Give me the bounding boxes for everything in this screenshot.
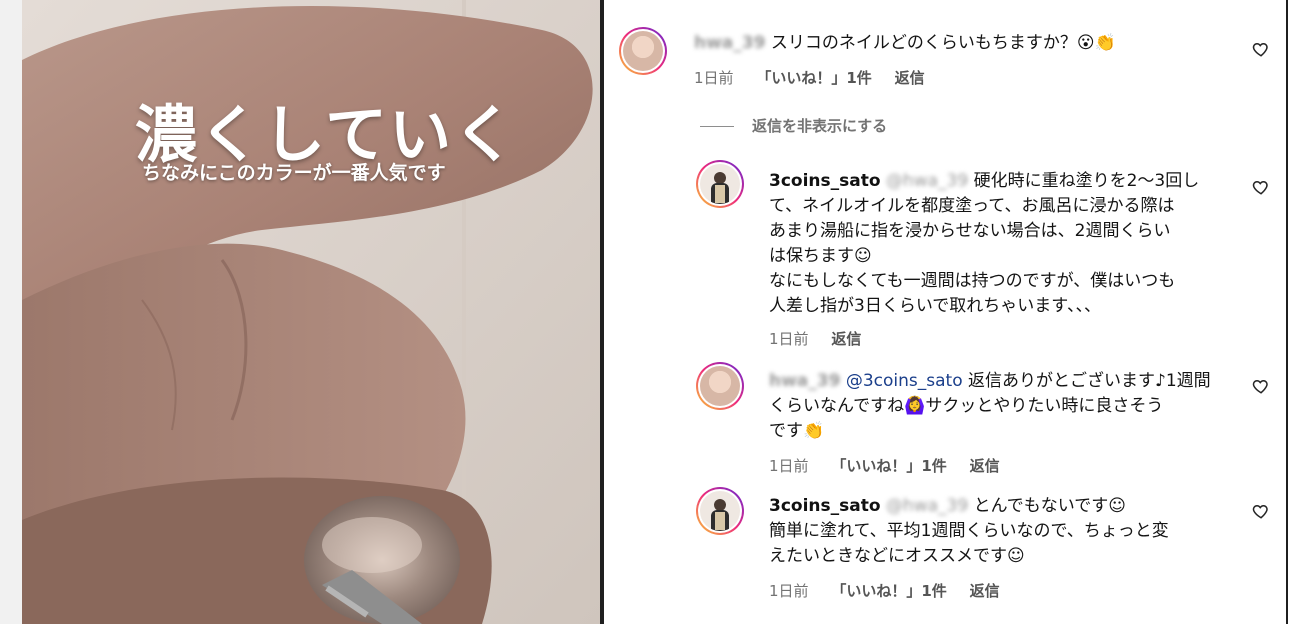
avatar-3coins-sato-2[interactable] [696, 487, 744, 535]
video-overlay-subtitle: ちなみにこのカラーが一番人気です [142, 162, 446, 184]
comment-2-line-6: 人差し指が3日くらいで取れちゃいます、、、 [769, 296, 1101, 316]
comment-4-time: 1日前 [769, 582, 809, 600]
comment-3-line-3: です👏 [769, 421, 825, 441]
comment-2-time: 1日前 [769, 330, 809, 348]
comment-4-username[interactable]: 3coins_sato [769, 496, 881, 516]
comment-3-line-2: くらいなんですね🙆‍♀️サクッとやりたい時に良さそう [769, 396, 1164, 416]
comment-2-mention[interactable]: @hwa_39 [886, 171, 968, 191]
comment-1-meta: 1日前 「いいね！」1件 返信 [694, 67, 943, 88]
comment-4-reply-button[interactable]: 返信 [970, 582, 1000, 600]
comment-1-likes[interactable]: 「いいね！」1件 [756, 69, 871, 87]
comment-4-meta: 1日前 「いいね！」1件 返信 [769, 580, 1018, 601]
hide-replies-toggle[interactable]: 返信を非表示にする [700, 115, 887, 136]
comment-2-line-1: 硬化時に重ね塗りを2〜3回し [973, 171, 1200, 191]
comment-2-line-3: あまり湯船に指を浸からせない場合は、2週間くらい [769, 221, 1171, 241]
comment-3-meta: 1日前 「いいね！」1件 返信 [769, 455, 1018, 476]
comment-3-username[interactable]: hwa_39 [769, 371, 840, 391]
comment-3-time: 1日前 [769, 457, 809, 475]
heart-icon[interactable] [1252, 377, 1270, 395]
comment-3-body: hwa_39 @3coins_sato 返信ありがとございます♪1週間 くらいな… [769, 369, 1239, 444]
comment-1-time: 1日前 [694, 69, 734, 87]
comment-4-mention[interactable]: @hwa_39 [886, 496, 968, 516]
screenshot: 濃くしていく ちなみにこのカラーが一番人気です hwa_39 スリコのネイルどの… [0, 0, 1300, 624]
comment-4-likes[interactable]: 「いいね！」1件 [831, 582, 946, 600]
comment-2-line-4: は保ちます☺ [769, 246, 872, 266]
comment-3-line-1: 返信ありがとございます♪1週間 [968, 371, 1211, 391]
comment-1-emojis: 😮👏 [1076, 33, 1116, 53]
comment-1-body: hwa_39 スリコのネイルどのくらいもちますか？😮👏 [694, 31, 1116, 56]
hide-replies-label: 返信を非表示にする [752, 117, 888, 135]
avatar-hwa39-2[interactable] [696, 362, 744, 410]
heart-icon[interactable] [1252, 178, 1270, 196]
left-margin [0, 0, 22, 624]
comment-1-text: スリコのネイルどのくらいもちますか？ [770, 33, 1077, 53]
comment-4-line-1: とんでもないです☺ [973, 496, 1126, 516]
comment-2-line-2: て、ネイルオイルを都度塗って、お風呂に浸かる際は [769, 196, 1175, 216]
avatar-3coins-sato-1[interactable] [696, 160, 744, 208]
comment-1-username[interactable]: hwa_39 [694, 33, 765, 53]
comment-2-body: 3coins_sato @hwa_39 硬化時に重ね塗りを2〜3回し て、ネイル… [769, 169, 1239, 319]
comment-3-likes[interactable]: 「いいね！」1件 [831, 457, 946, 475]
comment-2-meta: 1日前 返信 [769, 328, 879, 349]
comment-3-mention[interactable]: @3coins_sato [846, 371, 963, 391]
comment-2-username[interactable]: 3coins_sato [769, 171, 881, 191]
avatar-hwa39-1[interactable] [619, 27, 667, 75]
video-frame[interactable]: 濃くしていく ちなみにこのカラーが一番人気です [22, 0, 600, 624]
comment-1-reply-button[interactable]: 返信 [895, 69, 925, 87]
heart-icon[interactable] [1252, 502, 1270, 520]
comments-panel: hwa_39 スリコのネイルどのくらいもちますか？😮👏 1日前 「いいね！」1件… [604, 0, 1286, 624]
comment-2-line-5: なにもしなくても一週間は持つのですが、僕はいつも [769, 271, 1176, 291]
hide-replies-line [700, 126, 734, 127]
comment-2-reply-button[interactable]: 返信 [831, 330, 861, 348]
comment-4-line-2: 簡単に塗れて、平均1週間くらいなので、ちょっと変 [769, 521, 1169, 541]
comment-3-reply-button[interactable]: 返信 [970, 457, 1000, 475]
right-frame [1286, 0, 1300, 624]
comment-4-body: 3coins_sato @hwa_39 とんでもないです☺ 簡単に塗れて、平均1… [769, 494, 1239, 569]
heart-icon[interactable] [1252, 40, 1270, 58]
comment-4-line-3: えたいときなどにオススメです☺ [769, 546, 1025, 566]
